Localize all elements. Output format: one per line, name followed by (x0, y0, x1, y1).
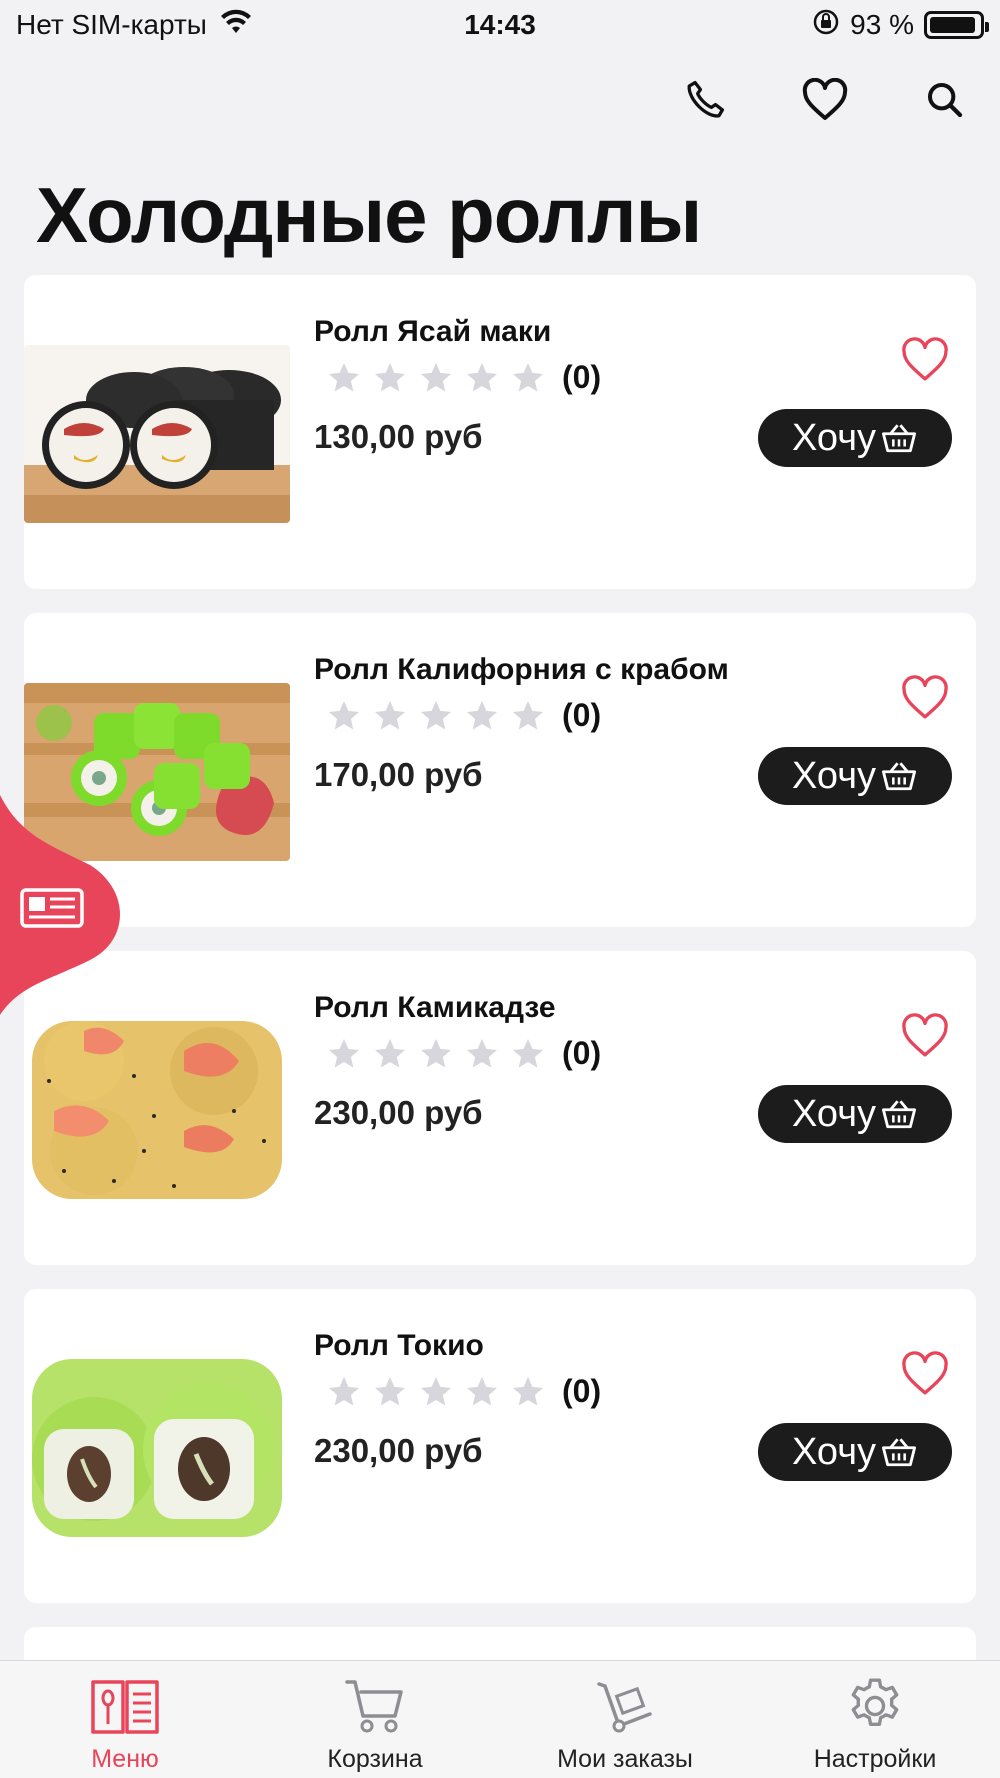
basket-icon (882, 1438, 916, 1467)
catalog-side-button[interactable] (0, 795, 125, 1015)
add-to-cart-button[interactable]: Хочу (758, 747, 952, 805)
star-icon (421, 700, 451, 729)
favorite-button[interactable] (898, 1349, 952, 1399)
rating-stars[interactable]: (0) (326, 1373, 601, 1410)
star-icon (513, 1038, 543, 1067)
menu-book-icon (85, 1673, 165, 1739)
product-image (24, 1359, 290, 1537)
add-to-cart-label: Хочу (791, 416, 876, 459)
favorite-button[interactable] (898, 335, 952, 385)
add-to-cart-button[interactable]: Хочу (758, 409, 952, 467)
add-to-cart-label: Хочу (791, 754, 876, 797)
star-icon (329, 362, 359, 391)
product-card[interactable]: Ролл Калифорния с крабом (0) 170,00 руб … (24, 613, 976, 927)
bottom-tab-bar: Меню Корзина Мои заказы Настройки (0, 1660, 1000, 1778)
star-icon (467, 700, 497, 729)
review-count: (0) (562, 697, 602, 733)
star-icon (329, 1376, 359, 1405)
battery-icon (924, 11, 989, 39)
review-count: (0) (562, 359, 602, 395)
battery-percent: 93 % (850, 9, 914, 40)
rating-stars[interactable]: (0) (326, 697, 601, 734)
star-icon (421, 1038, 451, 1067)
top-actions (680, 75, 970, 125)
product-card[interactable]: Ролл Ясай маки (0) 130,00 руб Хочу (24, 275, 976, 589)
wifi-icon (219, 9, 253, 42)
star-icon (329, 700, 359, 729)
star-icon (375, 700, 405, 729)
star-icon (375, 1038, 405, 1067)
product-list: Ролл Ясай маки (0) 130,00 руб Хочу Ролл … (24, 275, 976, 1667)
product-name: Ролл Калифорния с крабом (314, 653, 729, 686)
product-name: Ролл Ясай маки (314, 315, 552, 348)
tab-cart[interactable]: Корзина (250, 1661, 500, 1778)
star-icon (329, 1038, 359, 1067)
star-icon (375, 362, 405, 391)
product-name: Ролл Токио (314, 1329, 484, 1362)
product-name: Ролл Камикадзе (314, 991, 556, 1024)
rating-stars[interactable]: (0) (326, 359, 601, 396)
add-to-cart-button[interactable]: Хочу (758, 1423, 952, 1481)
product-price: 170,00 руб (314, 756, 483, 793)
star-icon (375, 1376, 405, 1405)
review-count: (0) (562, 1035, 602, 1071)
carrier-label: Нет SIM-карты (16, 9, 207, 40)
star-icon (421, 362, 451, 391)
product-card[interactable]: Ролл Камикадзе (0) 230,00 руб Хочу (24, 951, 976, 1265)
phone-icon[interactable] (680, 75, 730, 125)
heart-icon[interactable] (800, 75, 850, 125)
heart-outline-icon (902, 337, 948, 381)
orders-dolly-icon (585, 1673, 665, 1739)
star-icon (467, 1038, 497, 1067)
tab-settings-label: Настройки (813, 1745, 937, 1773)
star-icon (467, 1376, 497, 1405)
heart-outline-icon (902, 1013, 948, 1057)
favorite-button[interactable] (898, 673, 952, 723)
star-icon (513, 1376, 543, 1405)
star-icon (513, 700, 543, 729)
status-bar: Нет SIM-карты 14:43 93 % (0, 0, 1000, 50)
review-count: (0) (562, 1373, 602, 1409)
basket-icon (882, 762, 916, 791)
orientation-lock-icon (812, 8, 840, 43)
product-price: 230,00 руб (314, 1432, 483, 1469)
product-image (24, 1021, 290, 1199)
tab-menu-label: Меню (91, 1745, 159, 1773)
add-to-cart-label: Хочу (791, 1092, 876, 1135)
favorite-button[interactable] (898, 1011, 952, 1061)
basket-icon (882, 424, 916, 453)
product-card[interactable]: Ролл Токио (0) 230,00 руб Хочу (24, 1289, 976, 1603)
cart-icon (335, 1673, 415, 1739)
star-icon (421, 1376, 451, 1405)
add-to-cart-label: Хочу (791, 1430, 876, 1473)
rating-stars[interactable]: (0) (326, 1035, 601, 1072)
product-price: 130,00 руб (314, 418, 483, 455)
star-icon (467, 362, 497, 391)
product-image (24, 345, 290, 523)
tab-menu[interactable]: Меню (0, 1661, 250, 1778)
product-price: 230,00 руб (314, 1094, 483, 1131)
heart-outline-icon (902, 1351, 948, 1395)
tab-cart-label: Корзина (327, 1745, 423, 1773)
page-title: Холодные роллы (36, 171, 702, 259)
tab-orders-label: Мои заказы (557, 1745, 693, 1773)
tab-settings[interactable]: Настройки (750, 1661, 1000, 1778)
search-icon[interactable] (920, 75, 970, 125)
basket-icon (882, 1100, 916, 1129)
heart-outline-icon (902, 675, 948, 719)
tab-orders[interactable]: Мои заказы (500, 1661, 750, 1778)
star-icon (513, 362, 543, 391)
add-to-cart-button[interactable]: Хочу (758, 1085, 952, 1143)
gear-icon (835, 1673, 915, 1739)
